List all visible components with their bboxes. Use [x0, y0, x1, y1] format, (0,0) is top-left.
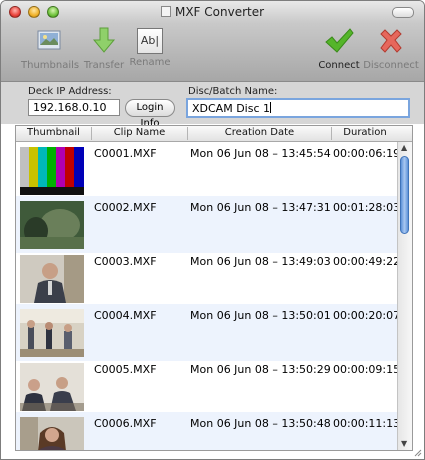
- login-info-button[interactable]: Login Info: [125, 99, 175, 129]
- thumbnails-icon: [37, 30, 61, 50]
- disconnect-button[interactable]: Disconnect: [363, 25, 419, 71]
- rename-icon: Ab|: [137, 28, 163, 54]
- creation-date: Mon 06 Jun 08 – 13:50:48: [190, 417, 331, 430]
- table-row[interactable]: C0002.MXF Mon 06 Jun 08 – 13:47:31 00:01…: [16, 196, 401, 253]
- disc-name-input[interactable]: XDCAM Disc 1: [186, 98, 410, 118]
- transfer-label: Transfer: [83, 60, 125, 71]
- creation-date: Mon 06 Jun 08 – 13:50:29: [190, 363, 331, 376]
- clip-thumbnail: [20, 201, 84, 249]
- table-row[interactable]: C0003.MXF Mon 06 Jun 08 – 13:49:03 00:00…: [16, 250, 401, 307]
- duration: 00:00:06:19: [333, 147, 401, 160]
- transfer-arrow-icon: [92, 27, 116, 53]
- thumbnails-label: Thumbnails: [21, 60, 80, 71]
- rename-button[interactable]: Ab| Rename: [129, 25, 171, 68]
- scroll-down-icon[interactable]: ▼: [401, 439, 407, 448]
- col-clip-name[interactable]: Clip Name: [92, 127, 187, 138]
- rename-label: Rename: [129, 57, 171, 68]
- table-header: Thumbnail Clip Name Creation Date Durati…: [16, 126, 412, 142]
- window-title: MXF Converter: [174, 5, 265, 19]
- clip-name: C0004.MXF: [94, 309, 157, 322]
- toolbar: Thumbnails Transfer Ab| Rename Connect D…: [1, 23, 424, 82]
- clip-thumbnail: [20, 363, 84, 411]
- video-thumbnail: [20, 201, 84, 249]
- ip-address-input[interactable]: 192.168.0.10: [28, 99, 120, 116]
- clip-thumbnail: [20, 309, 84, 357]
- disconnect-label: Disconnect: [363, 60, 419, 71]
- video-thumbnail: [20, 417, 84, 450]
- col-creation-date[interactable]: Creation Date: [188, 127, 331, 138]
- table-row[interactable]: C0006.MXF Mon 06 Jun 08 – 13:50:48 00:00…: [16, 412, 401, 450]
- thumbnails-button[interactable]: Thumbnails: [21, 25, 80, 71]
- video-thumbnail: [20, 255, 84, 303]
- connect-button[interactable]: Connect: [317, 25, 361, 71]
- connect-label: Connect: [318, 60, 360, 71]
- clip-thumbnail: [20, 417, 84, 450]
- toolbar-toggle-button[interactable]: [392, 7, 414, 18]
- vertical-scrollbar[interactable]: ▲ ▼: [397, 142, 412, 450]
- duration: 00:00:20:07: [333, 309, 401, 322]
- title-bar[interactable]: MXF Converter: [1, 1, 424, 23]
- col-thumbnail[interactable]: Thumbnail: [16, 127, 91, 138]
- window-title-wrap: MXF Converter: [1, 5, 424, 19]
- creation-date: Mon 06 Jun 08 – 13:49:03: [190, 255, 331, 268]
- video-thumbnail: [20, 309, 84, 357]
- app-window: MXF Converter Thumbnails Transfer Ab| Re…: [0, 0, 425, 460]
- ip-label: Deck IP Address:: [28, 86, 112, 97]
- text-caret: [270, 102, 271, 113]
- connect-check-icon: [325, 28, 354, 53]
- clip-thumbnail: [20, 255, 84, 303]
- creation-date: Mon 06 Jun 08 – 13:47:31: [190, 201, 331, 214]
- color-bars-thumbnail: [20, 147, 84, 195]
- duration: 00:00:49:22: [333, 255, 401, 268]
- clip-name: C0005.MXF: [94, 363, 157, 376]
- transfer-button[interactable]: Transfer: [81, 25, 127, 71]
- document-icon: [160, 6, 171, 17]
- creation-date: Mon 06 Jun 08 – 13:50:01: [190, 309, 331, 322]
- duration: 00:01:28:03: [333, 201, 401, 214]
- clip-name: C0002.MXF: [94, 201, 157, 214]
- table-row[interactable]: C0004.MXF Mon 06 Jun 08 – 13:50:01 00:00…: [16, 304, 401, 361]
- scroll-up-icon[interactable]: ▲: [401, 143, 407, 152]
- table-row[interactable]: C0005.MXF Mon 06 Jun 08 – 13:50:29 00:00…: [16, 358, 401, 415]
- col-duration[interactable]: Duration: [332, 127, 398, 138]
- resize-grip-icon[interactable]: [412, 447, 422, 457]
- clip-name: C0006.MXF: [94, 417, 157, 430]
- clip-thumbnail: [20, 147, 84, 195]
- duration: 00:00:09:15: [333, 363, 401, 376]
- creation-date: Mon 06 Jun 08 – 13:45:54: [190, 147, 331, 160]
- clip-name: C0003.MXF: [94, 255, 157, 268]
- clip-table[interactable]: Thumbnail Clip Name Creation Date Durati…: [15, 125, 413, 451]
- duration: 00:00:11:13: [333, 417, 401, 430]
- video-thumbnail: [20, 363, 84, 411]
- table-row[interactable]: C0001.MXF Mon 06 Jun 08 – 13:45:54 00:00…: [16, 142, 401, 199]
- clip-name: C0001.MXF: [94, 147, 157, 160]
- disconnect-x-icon: [380, 29, 402, 53]
- connection-fields: Deck IP Address: 192.168.0.10 Login Info…: [1, 82, 424, 129]
- disc-label: Disc/Batch Name:: [188, 86, 278, 97]
- disc-name-value: XDCAM Disc 1: [192, 102, 270, 115]
- scrollbar-thumb[interactable]: [400, 156, 409, 234]
